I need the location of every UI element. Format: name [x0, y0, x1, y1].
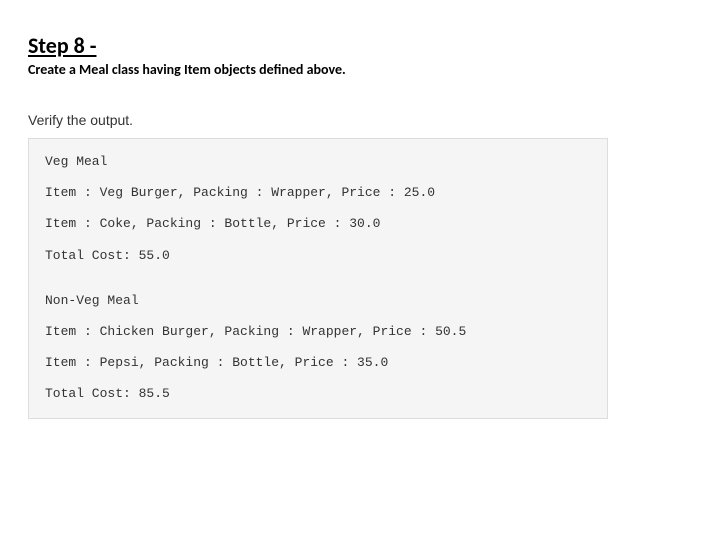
output-section2-item1: Item : Chicken Burger, Packing : Wrapper…	[45, 323, 591, 341]
output-section2-item2: Item : Pepsi, Packing : Bottle, Price : …	[45, 354, 591, 372]
step-description: Create a Meal class having Item objects …	[28, 61, 692, 78]
output-box: Veg Meal Item : Veg Burger, Packing : Wr…	[28, 138, 608, 419]
output-section2-title: Non-Veg Meal	[45, 292, 591, 310]
step-title: Step 8 -	[28, 32, 692, 59]
output-section1-total: Total Cost: 55.0	[45, 247, 591, 265]
output-section1-title: Veg Meal	[45, 153, 591, 171]
output-section1-item2: Item : Coke, Packing : Bottle, Price : 3…	[45, 215, 591, 233]
output-section1-item1: Item : Veg Burger, Packing : Wrapper, Pr…	[45, 184, 591, 202]
verify-label: Verify the output.	[28, 112, 692, 128]
output-section2-total: Total Cost: 85.5	[45, 385, 591, 403]
